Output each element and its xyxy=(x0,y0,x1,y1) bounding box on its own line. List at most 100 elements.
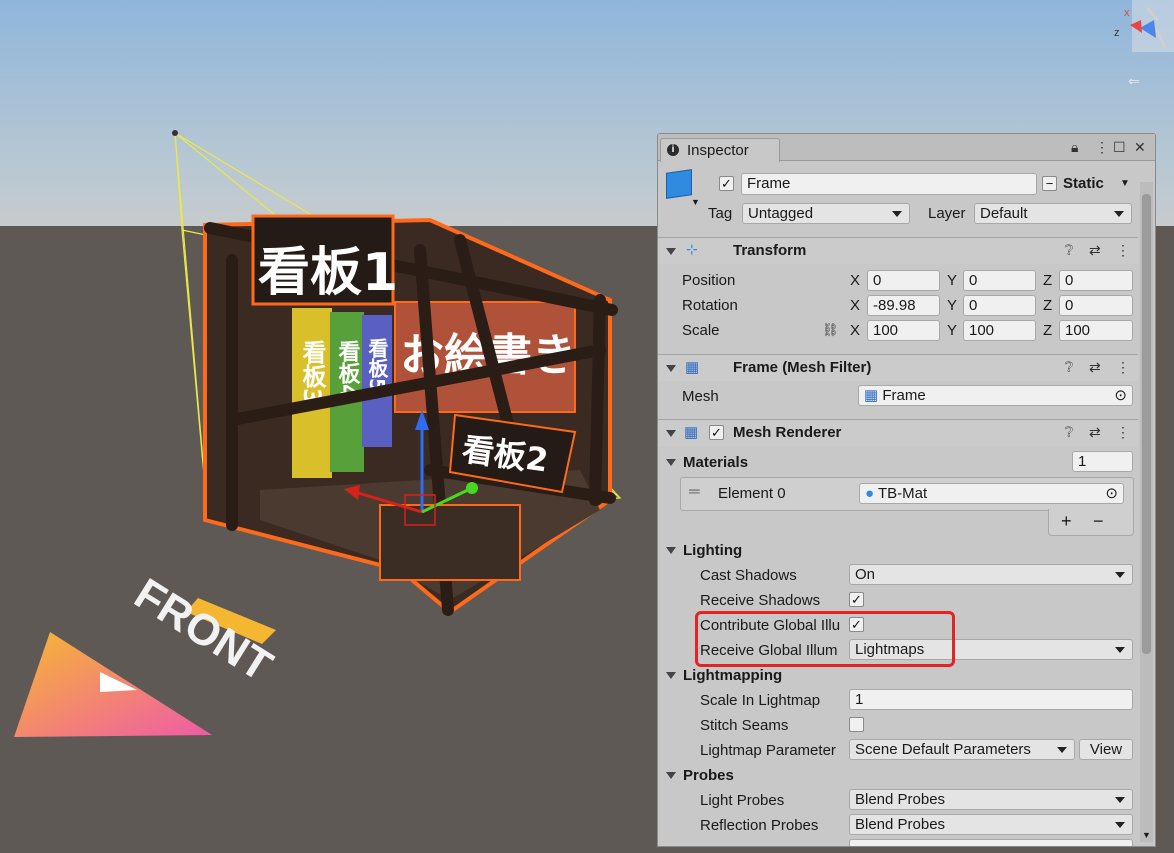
rotation-z-field[interactable]: 0 xyxy=(1059,295,1133,316)
mesh-renderer-enabled-checkbox[interactable]: ✓ xyxy=(709,425,724,440)
probes-foldout-icon[interactable] xyxy=(666,772,676,779)
object-picker-icon[interactable]: ⊙ xyxy=(1105,484,1118,503)
sign-1: 看板1 xyxy=(258,243,398,303)
tag-dropdown[interactable]: Untagged xyxy=(742,203,910,224)
lighting-foldout-icon[interactable] xyxy=(666,547,676,554)
reflection-probes-dropdown[interactable]: Blend Probes xyxy=(849,814,1133,835)
persp-arrow-icon: ⇐ xyxy=(1128,74,1140,90)
mesh-icon: ▦ xyxy=(864,387,879,404)
active-checkbox[interactable]: ✓ xyxy=(719,176,734,191)
cast-shadows-dropdown[interactable]: On xyxy=(849,564,1133,585)
stitch-seams-label: Stitch Seams xyxy=(700,717,789,734)
scrollbar-thumb[interactable] xyxy=(1142,194,1151,654)
transform-header[interactable]: ⊹ Transform ❔︎ ⇄ ⋮ xyxy=(658,237,1138,264)
inspector-window: i Inspector 🔒︎ ⋮ ☐ ✕ ▼ ✓ Frame − Static … xyxy=(657,133,1156,847)
add-element-button[interactable]: + xyxy=(1061,511,1072,532)
rotation-y-field[interactable]: 0 xyxy=(963,295,1036,316)
camera-icon[interactable] xyxy=(172,130,178,136)
scroll-down-icon[interactable]: ▼ xyxy=(1142,830,1151,840)
component-menu-icon[interactable]: ⋮ xyxy=(1116,424,1130,441)
close-icon[interactable]: ✕ xyxy=(1134,139,1146,156)
mesh-renderer-icon: ▦ xyxy=(684,424,699,441)
transform-title: Transform xyxy=(733,242,807,259)
lighting-label: Lighting xyxy=(683,542,743,559)
cast-shadows-label: Cast Shadows xyxy=(700,567,797,584)
help-icon[interactable]: ❔︎ xyxy=(1065,424,1073,441)
mesh-renderer-title: Mesh Renderer xyxy=(733,424,842,441)
material-icon: ● xyxy=(865,485,875,502)
position-z-label: Z xyxy=(1043,272,1053,289)
transform-icon: ⊹ xyxy=(686,241,698,257)
object-picker-icon[interactable]: ⊙ xyxy=(1114,386,1127,405)
position-y-field[interactable]: 0 xyxy=(963,270,1036,291)
lock-icon[interactable]: 🔒︎ xyxy=(1071,139,1078,156)
scale-x-field[interactable]: 100 xyxy=(867,320,940,341)
cube-icon xyxy=(666,169,692,199)
scale-z-label: Z xyxy=(1043,322,1053,339)
mesh-filter-title: Frame (Mesh Filter) xyxy=(733,359,872,376)
gizmo-z-label: z xyxy=(1114,27,1120,39)
view-button[interactable]: View xyxy=(1079,739,1133,760)
help-icon[interactable]: ❔︎ xyxy=(1065,359,1073,376)
position-x-field[interactable]: 0 xyxy=(867,270,940,291)
help-icon[interactable]: ❔︎ xyxy=(1065,242,1073,259)
lightmap-parameters-label: Lightmap Parameter xyxy=(700,742,836,759)
transform-body: Position Rotation Scale ⛓︎ X 0 Y 0 Z 0 X… xyxy=(658,264,1138,344)
mesh-renderer-header[interactable]: ▦ ✓ Mesh Renderer ❔︎ ⇄ ⋮ xyxy=(658,419,1138,446)
object-name-field[interactable]: Frame xyxy=(741,173,1037,195)
rotation-y-label: Y xyxy=(947,297,958,314)
scale-y-field[interactable]: 100 xyxy=(963,320,1036,341)
layer-label: Layer xyxy=(928,205,966,222)
receive-shadows-checkbox[interactable]: ✓ xyxy=(849,592,864,607)
presets-icon[interactable]: ⇄ xyxy=(1089,359,1101,376)
scale-in-lightmap-field[interactable]: 1 xyxy=(849,689,1133,710)
materials-label: Materials xyxy=(683,454,749,471)
static-checkbox[interactable]: − xyxy=(1042,176,1057,191)
materials-count-field[interactable]: 1 xyxy=(1072,451,1133,472)
remove-element-button[interactable]: − xyxy=(1093,511,1104,532)
inspector-scrollbar[interactable]: ▼ xyxy=(1140,182,1153,842)
rotation-z-label: Z xyxy=(1043,297,1053,314)
mesh-filter-header[interactable]: ▦ Frame (Mesh Filter) ❔︎ ⇄ ⋮ xyxy=(658,354,1138,381)
foldout-icon[interactable] xyxy=(666,430,676,437)
scale-z-field[interactable]: 100 xyxy=(1059,320,1133,341)
probes-label: Probes xyxy=(683,767,734,784)
layer-dropdown[interactable]: Default xyxy=(974,203,1132,224)
gizmo-x-label: x xyxy=(1124,7,1130,19)
scale-x-label: X xyxy=(850,322,861,339)
lightmap-parameters-dropdown[interactable]: Scene Default Parameters xyxy=(849,739,1075,760)
object-header: ▼ ✓ Frame − Static ▼ Tag Untagged Layer … xyxy=(658,161,1138,237)
static-dropdown-icon[interactable]: ▼ xyxy=(1120,178,1130,189)
scale-label: Scale xyxy=(682,322,720,339)
sign-5: 看板5 xyxy=(365,338,389,392)
materials-list: ═ Element 0 ● TB-Mat ⊙ xyxy=(680,477,1134,511)
reflection-probes-label: Reflection Probes xyxy=(700,817,819,834)
foldout-icon[interactable] xyxy=(666,365,676,372)
cube-dropdown-icon[interactable]: ▼ xyxy=(691,197,700,207)
constrain-scale-icon[interactable]: ⛓︎ xyxy=(822,322,839,338)
materials-foldout-icon[interactable] xyxy=(666,459,676,466)
maximize-icon[interactable]: ☐ xyxy=(1113,139,1126,156)
presets-icon[interactable]: ⇄ xyxy=(1089,424,1101,441)
foldout-icon[interactable] xyxy=(666,248,676,255)
mesh-field[interactable]: ▦ Frame ⊙ xyxy=(858,385,1133,406)
presets-icon[interactable]: ⇄ xyxy=(1089,242,1101,259)
position-x-label: X xyxy=(850,272,861,289)
element-0-value: TB-Mat xyxy=(877,485,928,502)
component-menu-icon[interactable]: ⋮ xyxy=(1116,359,1130,376)
drag-handle-icon[interactable]: ═ xyxy=(689,483,700,500)
tab-inspector[interactable]: i Inspector xyxy=(660,138,780,162)
lightmapping-foldout-icon[interactable] xyxy=(666,672,676,679)
highlight-box xyxy=(695,611,955,667)
stitch-seams-checkbox[interactable] xyxy=(849,717,864,732)
light-probes-dropdown[interactable]: Blend Probes xyxy=(849,789,1133,810)
more-options-icon[interactable]: ⋮ xyxy=(1095,139,1109,156)
component-menu-icon[interactable]: ⋮ xyxy=(1116,242,1130,259)
element-0-field[interactable]: ● TB-Mat ⊙ xyxy=(859,483,1124,504)
position-y-label: Y xyxy=(947,272,958,289)
rotation-x-field[interactable]: -89.98 xyxy=(867,295,940,316)
mesh-label: Mesh xyxy=(682,388,719,405)
rotation-x-label: X xyxy=(850,297,861,314)
mesh-filter-icon: ▦ xyxy=(685,359,700,376)
position-z-field[interactable]: 0 xyxy=(1059,270,1133,291)
